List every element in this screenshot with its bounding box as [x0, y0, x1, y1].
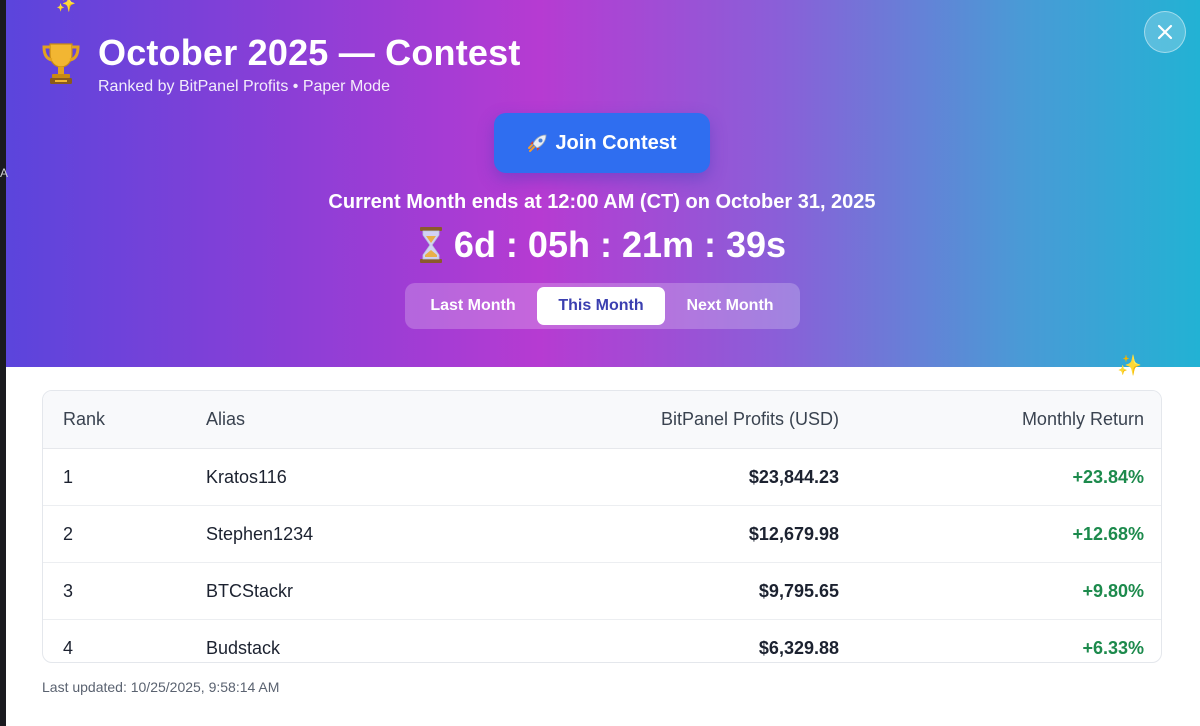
- join-contest-label: Join Contest: [555, 131, 677, 154]
- trophy-icon: [42, 43, 80, 84]
- rank-cell: 3: [63, 580, 74, 601]
- page-subtitle: Ranked by BitPanel Profits • Paper Mode: [98, 78, 390, 95]
- rank-cell: 1: [63, 466, 74, 487]
- return-cell: +6.33%: [1082, 637, 1144, 658]
- countdown-value: 6d : 05h : 21m : 39s: [453, 224, 787, 265]
- return-cell: +23.84%: [1072, 466, 1144, 487]
- profit-cell: $9,795.65: [758, 580, 839, 601]
- leaderboard-table: Rank Alias BitPanel Profits (USD) Monthl…: [42, 390, 1162, 663]
- last-updated-text: Last updated: 10/25/2025, 9:58:14 AM: [42, 679, 280, 695]
- table-row: 1 Kratos116 $23,844.23 +23.84%: [43, 449, 1161, 506]
- background-window-text: A: [0, 166, 9, 180]
- tab-this-month[interactable]: This Month: [537, 287, 665, 325]
- join-contest-button[interactable]: Join Contest: [494, 113, 710, 173]
- return-cell: +9.80%: [1082, 580, 1144, 601]
- alias-cell: BTCStackr: [206, 580, 294, 601]
- column-header-alias[interactable]: Alias: [206, 409, 586, 430]
- column-header-return[interactable]: Monthly Return: [839, 409, 1144, 430]
- table-header: Rank Alias BitPanel Profits (USD) Monthl…: [43, 391, 1161, 449]
- table-row: 2 Stephen1234 $12,679.98 +12.68%: [43, 506, 1161, 563]
- contest-header: ✨ October 2025 — Contest Ranked by BitPa…: [0, 0, 1200, 367]
- month-end-notice: Current Month ends at 12:00 AM (CT) on O…: [328, 191, 876, 213]
- rank-cell: 4: [63, 637, 74, 658]
- profit-cell: $23,844.23: [748, 466, 839, 487]
- rank-cell: 2: [63, 523, 74, 544]
- sparkle-icon: ✨: [1117, 355, 1142, 377]
- alias-cell: Budstack: [206, 637, 281, 658]
- profit-cell: $12,679.98: [748, 523, 839, 544]
- column-header-profits[interactable]: BitPanel Profits (USD): [586, 409, 839, 430]
- month-tabs: Last Month This Month Next Month: [405, 283, 800, 329]
- close-button[interactable]: [1144, 11, 1186, 53]
- countdown-timer: 6d : 05h : 21m : 39s: [0, 224, 1200, 266]
- profit-cell: $6,329.88: [758, 637, 839, 658]
- table-row: 3 BTCStackr $9,795.65 +9.80%: [43, 563, 1161, 620]
- hourglass-icon: [419, 227, 442, 263]
- contest-modal: A ✨ October 2025 — Contest Ranked by Bit…: [0, 0, 1200, 726]
- tab-next-month[interactable]: Next Month: [665, 287, 795, 325]
- rocket-icon: [528, 134, 547, 152]
- close-icon: [1157, 24, 1173, 40]
- page-title: October 2025 — Contest: [98, 32, 521, 73]
- alias-cell: Kratos116: [206, 466, 287, 487]
- table-row: 4 Budstack $6,329.88 +6.33%: [43, 620, 1161, 662]
- alias-cell: Stephen1234: [206, 523, 314, 544]
- column-header-rank[interactable]: Rank: [43, 409, 206, 430]
- background-window-edge: [0, 0, 6, 726]
- return-cell: +12.68%: [1072, 523, 1144, 544]
- tab-last-month[interactable]: Last Month: [409, 287, 537, 325]
- sparkle-icon: ✨: [56, 0, 76, 13]
